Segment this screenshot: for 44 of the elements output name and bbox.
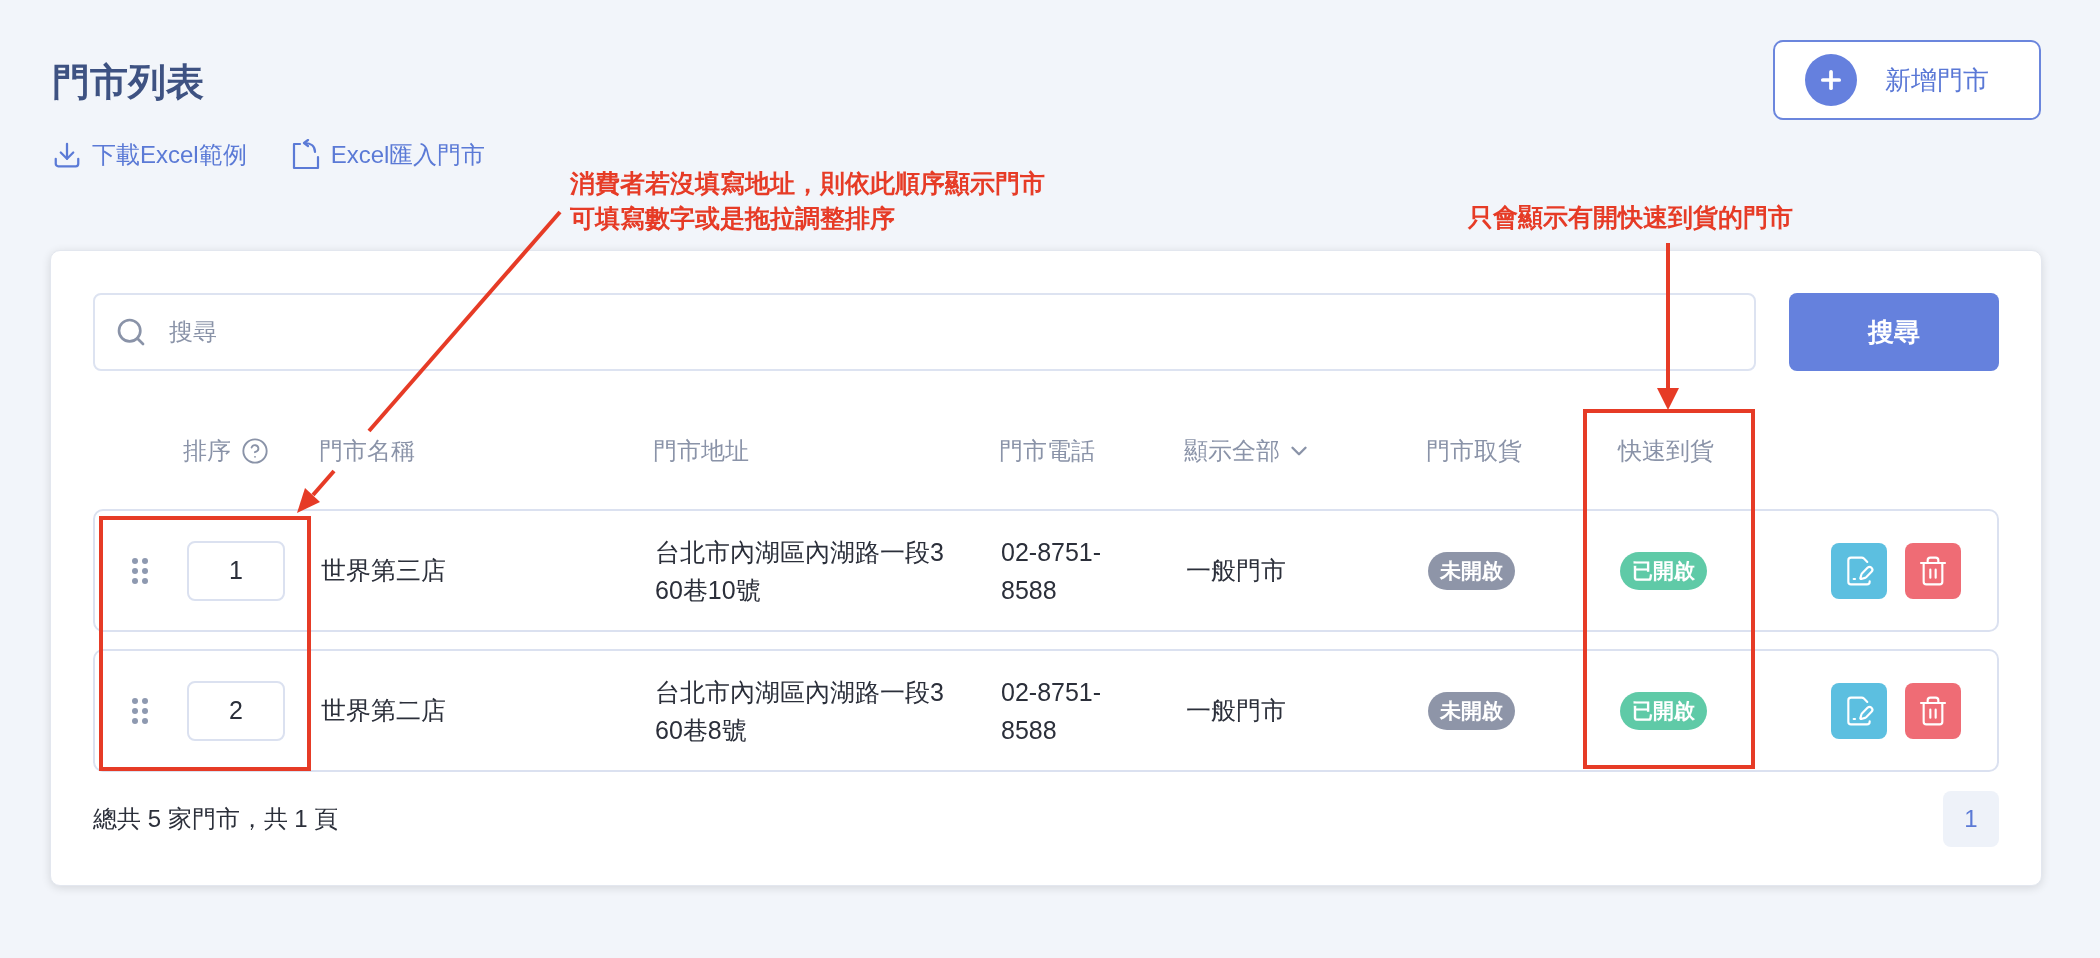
add-store-button[interactable]: 新增門市 [1773,40,2041,120]
annotation-text: 只會顯示有開快速到貨的門市 [1468,202,1793,233]
edit-button[interactable] [1831,542,1887,599]
search-field[interactable]: 搜尋 [93,293,1756,371]
excel-link[interactable]: 下載Excel範例 [52,138,247,172]
help-icon[interactable] [241,437,269,465]
column-header: 排序 [183,436,231,466]
column-header: 門市取貨 [1426,437,1522,464]
download-icon [52,140,82,170]
drag-handle-icon[interactable] [131,556,149,585]
status-badge: 已開啟 [1620,552,1707,590]
column-header: 快速到貨 [1618,437,1714,464]
order-input[interactable]: 2 [187,680,285,741]
store-address: 台北市內湖區內湖路一段360巷8號 [655,676,945,746]
page-button[interactable]: 1 [1943,791,1999,847]
order-input[interactable]: 1 [187,540,285,601]
store-name: 世界第二店 [321,695,446,724]
trash-icon [1917,554,1949,587]
drag-handle-icon[interactable] [131,696,149,725]
page-title: 門市列表 [52,60,205,105]
status-badge: 未開啟 [1428,552,1515,590]
column-header: 門市電話 [999,437,1095,464]
store-name: 世界第三店 [321,555,446,584]
store-address: 台北市內湖區內湖路一段360巷10號 [655,536,945,606]
column-header: 門市名稱 [319,437,415,464]
store-phone: 02-8751-8588 [1001,536,1103,606]
total-summary: 總共 5 家門市，共 1 頁 [93,804,339,834]
column-header: 門市地址 [653,437,749,464]
delete-button[interactable] [1905,682,1961,739]
annotation-text: 消費者若沒填寫地址，則依此順序顯示門市 可填寫數字或是拖拉調整排序 [570,168,1045,234]
delete-button[interactable] [1905,542,1961,599]
store-type: 一般門市 [1186,695,1286,724]
excel-link[interactable]: Excel匯入門市 [290,138,486,172]
store-type: 一般門市 [1186,555,1286,584]
search-icon [115,316,147,348]
status-badge: 未開啟 [1428,692,1515,730]
search-button[interactable]: 搜尋 [1789,293,1999,371]
plus-icon [1805,54,1857,106]
import-icon [290,139,321,171]
edit-button[interactable] [1831,682,1887,739]
status-badge: 已開啟 [1620,692,1707,730]
filter-dropdown[interactable]: 顯示全部 [1184,433,1312,469]
trash-icon [1917,694,1949,727]
store-phone: 02-8751-8588 [1001,676,1103,746]
